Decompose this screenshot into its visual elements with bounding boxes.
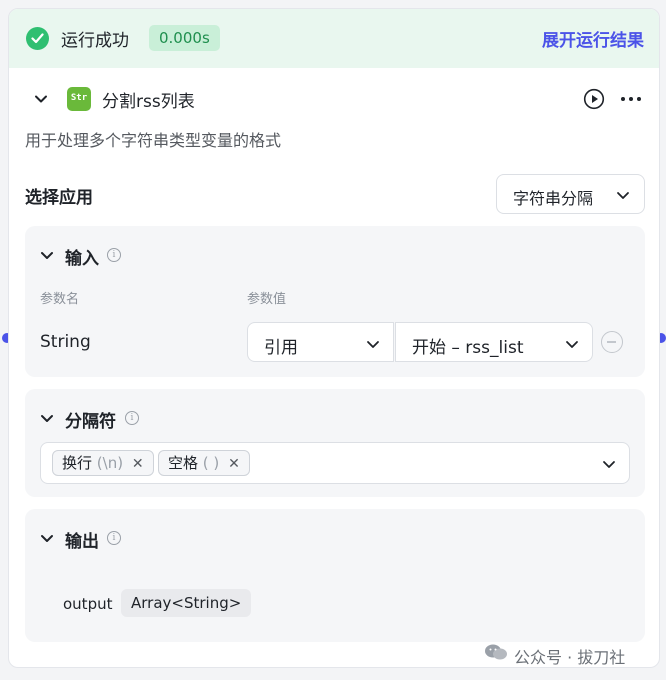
output-section: 输出 i output Array<String>	[25, 509, 645, 642]
string-split-node: 运行成功 0.000s 展开运行结果 Str 分割rss列表 用于处理多个字符串…	[8, 8, 660, 668]
separator-tag-newline: 换行 (\n) ✕	[52, 450, 154, 476]
separator-section: 分隔符 i 换行 (\n) ✕ 空格 ( ) ✕	[25, 389, 645, 497]
collapse-node-chevron-icon[interactable]	[31, 89, 51, 109]
remove-param-icon[interactable]	[601, 331, 623, 353]
output-type-badge: Array<String>	[121, 589, 252, 617]
tag-label: 换行	[62, 454, 93, 472]
separator-multiselect[interactable]: 换行 (\n) ✕ 空格 ( ) ✕	[40, 442, 630, 484]
ref-value: 开始 – rss_list	[412, 338, 524, 358]
output-section-chevron-icon[interactable]	[39, 530, 55, 546]
chevron-down-icon	[566, 341, 578, 348]
check-circle-icon	[26, 27, 49, 50]
string-node-icon: Str	[67, 87, 91, 111]
run-node-button[interactable]	[583, 88, 605, 110]
select-app-label: 选择应用	[25, 188, 93, 208]
run-status-text: 运行成功	[61, 31, 129, 51]
string-node-icon-label: Str	[70, 93, 88, 103]
ref-type-value: 引用	[264, 338, 298, 358]
separator-section-title: 分隔符	[65, 412, 116, 432]
info-icon[interactable]: i	[107, 531, 121, 545]
param-name-header: 参数名	[40, 292, 80, 307]
param-value-header: 参数值	[247, 292, 287, 307]
input-section-chevron-icon[interactable]	[39, 247, 55, 263]
output-name: output	[63, 595, 113, 613]
more-dots-icon	[621, 97, 641, 101]
tag-hint: ( )	[202, 454, 220, 472]
node-title[interactable]: 分割rss列表	[102, 87, 195, 112]
ref-value-select[interactable]: 开始 – rss_list	[395, 322, 593, 362]
node-description: 用于处理多个字符串类型变量的格式	[25, 131, 282, 150]
watermark-text: 公众号 · 拔刀社	[514, 648, 626, 667]
close-icon[interactable]: ✕	[132, 452, 144, 476]
param-name: String	[40, 332, 91, 352]
info-icon[interactable]: i	[125, 411, 139, 425]
play-circle-icon	[583, 88, 605, 110]
input-section: 输入 i 参数名 参数值 String 引用 开始 – rss_list	[25, 226, 645, 377]
output-section-title: 输出	[65, 532, 99, 552]
run-status-bar: 运行成功 0.000s 展开运行结果	[9, 9, 659, 68]
input-section-title: 输入	[65, 249, 99, 269]
tag-hint: (\n)	[96, 454, 124, 472]
expand-run-result-link[interactable]: 展开运行结果	[542, 26, 644, 51]
close-icon[interactable]: ✕	[228, 452, 240, 476]
chevron-down-icon	[603, 461, 615, 468]
info-icon[interactable]: i	[107, 248, 121, 262]
more-options-button[interactable]	[619, 88, 643, 110]
app-select-value: 字符串分隔	[513, 189, 594, 208]
run-duration-badge: 0.000s	[149, 25, 220, 51]
chevron-down-icon	[367, 341, 379, 348]
separator-section-chevron-icon[interactable]	[39, 410, 55, 426]
chevron-down-icon	[617, 192, 629, 199]
tag-label: 空格	[168, 454, 199, 472]
wechat-icon	[485, 644, 507, 660]
separator-tag-space: 空格 ( ) ✕	[158, 450, 250, 476]
app-select-dropdown[interactable]: 字符串分隔	[496, 174, 645, 214]
ref-type-select[interactable]: 引用	[247, 322, 394, 362]
